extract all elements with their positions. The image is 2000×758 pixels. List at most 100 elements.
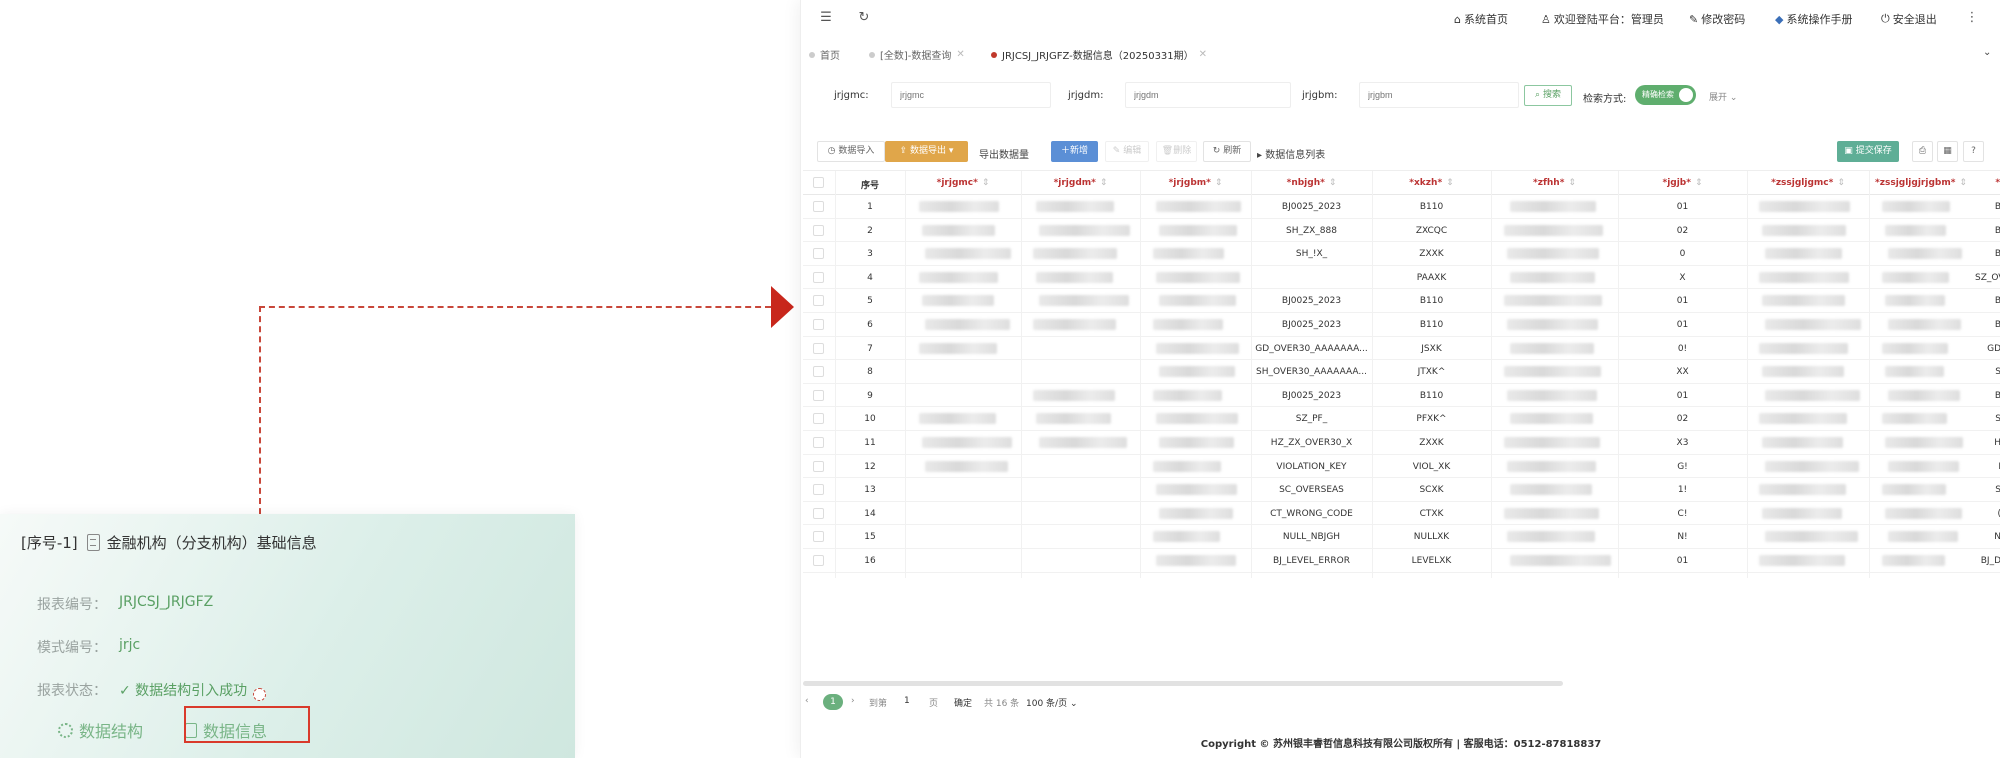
manual-link[interactable]: ◆ 系统操作手册 (1775, 11, 1852, 27)
column-header[interactable]: *jrjgbm* ⇕ (1140, 178, 1251, 188)
sort-icon[interactable]: ⇕ (1329, 178, 1337, 188)
search-button[interactable]: ⌕ 搜索 (1524, 85, 1572, 106)
close-icon[interactable]: ✕ (956, 49, 964, 60)
refresh-button[interactable]: ↻ 刷新 (1203, 141, 1251, 162)
sort-icon[interactable]: ⇕ (1100, 178, 1108, 188)
row-checkbox[interactable] (813, 342, 824, 354)
row-checkbox[interactable] (813, 555, 824, 566)
prev-page-icon[interactable]: ‹ (805, 696, 809, 706)
table-row[interactable]: 3 SH_!X_ ZXXK 0 B (803, 242, 2000, 266)
horizontal-scrollbar[interactable] (803, 681, 1563, 686)
expand-label: 展开 (1709, 93, 1728, 103)
expand-link[interactable]: 展开 ⌄ (1709, 90, 1737, 103)
table-row[interactable]: 4 PAAXK X SZ_OV (803, 266, 2000, 290)
columns-icon[interactable]: ▦ (1937, 141, 1958, 162)
export-button[interactable]: ⇪ 数据导出 ▾ (885, 141, 968, 162)
jrjgmc-input[interactable] (891, 82, 1051, 108)
jrjgbm-input[interactable] (1359, 82, 1519, 108)
logout-link[interactable]: ⏻ 安全退出 (1881, 11, 1937, 27)
table-row[interactable]: 16 BJ_LEVEL_ERROR LEVELXK 01 BJ_D (803, 549, 2000, 573)
help-icon[interactable]: ? (1963, 141, 1984, 162)
search-mode-toggle[interactable]: 精确检索 (1635, 85, 1696, 105)
row-checkbox[interactable] (813, 271, 824, 283)
current-page[interactable]: 1 (823, 694, 843, 710)
table-cell-nbjgh: SH_!X_ (1295, 249, 1328, 260)
row-checkbox[interactable] (813, 531, 824, 543)
row-checkbox[interactable] (813, 507, 824, 519)
column-header[interactable]: *zs (1973, 178, 2000, 188)
sort-icon[interactable]: ⇕ (1568, 178, 1576, 188)
table-row[interactable]: 14 CT_WRONG_CODE CTXK C! ( (803, 502, 2000, 526)
table-row[interactable]: 8 SH_OVER30_AAAAAAA... JTXK^ XX S (803, 360, 2000, 384)
row-checkbox[interactable] (813, 484, 824, 496)
row-checkbox[interactable] (813, 389, 824, 401)
import-button[interactable]: ◷ 数据导入 (817, 141, 885, 162)
tab-data-query[interactable]: [全数]-数据查询 ✕ (869, 47, 965, 62)
table-cell-jgjb: 0 (1679, 249, 1686, 260)
refresh-icon[interactable]: ↻ (857, 11, 871, 25)
page-tabs: 首页 [全数]-数据查询 ✕ JRJCSJ_JRJGFZ-数据信息（2025033… (801, 40, 2000, 66)
sort-icon[interactable]: ⇕ (982, 178, 990, 188)
row-checkbox[interactable] (813, 460, 824, 472)
table-row[interactable]: 2 SH_ZX_888 ZXCQC 02 B (803, 219, 2000, 243)
close-icon[interactable]: ✕ (1199, 49, 1207, 60)
table-cell-no: 7 (867, 343, 873, 354)
chevron-down-icon[interactable]: ⌄ (1983, 47, 1991, 58)
select-all-checkbox[interactable] (813, 177, 824, 188)
column-header[interactable]: *jrjgmc* ⇕ (905, 178, 1021, 188)
sort-icon[interactable]: ⇕ (1695, 178, 1703, 188)
tab-data-info-active[interactable]: JRJCSJ_JRJGFZ-数据信息（20250331期） ✕ (991, 47, 1207, 62)
row-checkbox[interactable] (813, 366, 824, 378)
table-row[interactable]: 15 NULL_NBJGH NULLXK N! N (803, 525, 2000, 549)
sort-icon[interactable]: ⇕ (1215, 178, 1223, 188)
column-header[interactable]: *zssjgljgmc* ⇕ (1747, 178, 1869, 188)
sort-icon[interactable]: ⇕ (1446, 178, 1454, 188)
search-button-label: 搜索 (1542, 90, 1561, 100)
welcome-user[interactable]: ♙ 欢迎登陆平台：管理员 (1541, 11, 1664, 27)
table-row[interactable]: 6 BJ0025_2023 B110 01 B (803, 313, 2000, 337)
column-header[interactable]: *jgjb* ⇕ (1618, 178, 1747, 188)
delete-button[interactable]: 🗑删除 (1156, 141, 1197, 162)
table-row[interactable]: 12 VIOLATION_KEY VIOL_XK G! I (803, 455, 2000, 479)
more-icon[interactable]: ⋮ (1965, 11, 1979, 25)
column-header[interactable]: 序号 (835, 178, 905, 191)
app-window: ☰ ↻ ⌂ 系统首页 ♙ 欢迎登陆平台：管理员 ✎ 修改密码 ◆ 系统操作手册 ⏻ 安全退… (800, 0, 2000, 758)
tab-data-structure[interactable]: 数据结构 (58, 718, 143, 742)
sort-icon[interactable]: ⇕ (1959, 178, 1967, 188)
next-page-icon[interactable]: › (851, 696, 855, 706)
column-header[interactable]: *zssjgljgjrjgbm* ⇕ (1869, 178, 1973, 188)
print-icon[interactable]: ⎙ (1912, 141, 1933, 162)
table-row[interactable]: 9 BJ0025_2023 B110 01 B (803, 384, 2000, 408)
jrjgbm-label: jrjgbm: (1302, 90, 1338, 101)
sort-icon[interactable]: ⇕ (1837, 178, 1845, 188)
goto-input[interactable]: 1 (904, 696, 910, 706)
confirm-button[interactable]: 确定 (954, 696, 972, 709)
edit-button[interactable]: ✎ 编辑 (1105, 141, 1149, 162)
table-row[interactable]: 13 SC_OVERSEAS SCXK 1! S (803, 478, 2000, 502)
table-row[interactable]: 11 HZ_ZX_OVER30_X ZXXK X3 H (803, 431, 2000, 455)
column-header[interactable]: *zfhh* ⇕ (1491, 178, 1618, 188)
jrjgdm-input[interactable] (1125, 82, 1291, 108)
menu-icon[interactable]: ☰ (819, 11, 833, 25)
add-button[interactable]: ＋新增 (1051, 141, 1098, 162)
table-row[interactable]: 7 GD_OVER30_AAAAAAA... JSXK 0! GD (803, 337, 2000, 361)
row-checkbox[interactable] (813, 319, 824, 330)
row-checkbox[interactable] (813, 437, 824, 448)
tab-home[interactable]: 首页 (809, 47, 840, 62)
row-checkbox[interactable] (813, 224, 824, 236)
table-row[interactable]: 10 SZ_PF_ PFXK^ 02 S (803, 407, 2000, 431)
column-header[interactable]: *nbjgh* ⇕ (1251, 178, 1372, 188)
table-row[interactable]: 1 BJ0025_2023 B110 01 B (803, 195, 2000, 219)
submit-button[interactable]: ▣ 提交保存 (1837, 141, 1899, 162)
column-header[interactable]: *jrjgdm* ⇕ (1021, 178, 1140, 188)
table-row[interactable]: 5 BJ0025_2023 B110 01 B (803, 289, 2000, 313)
row-checkbox[interactable] (813, 248, 824, 260)
row-checkbox[interactable] (813, 201, 824, 212)
row-checkbox[interactable] (813, 295, 824, 307)
system-home-link[interactable]: ⌂ 系统首页 (1454, 11, 1508, 27)
change-password-link[interactable]: ✎ 修改密码 (1689, 11, 1745, 27)
export-count[interactable]: 导出数据量 (979, 146, 1029, 161)
row-checkbox[interactable] (813, 413, 824, 425)
per-page-select[interactable]: 100 条/页 ⌄ (1026, 696, 1078, 709)
column-header[interactable]: *xkzh* ⇕ (1372, 178, 1491, 188)
